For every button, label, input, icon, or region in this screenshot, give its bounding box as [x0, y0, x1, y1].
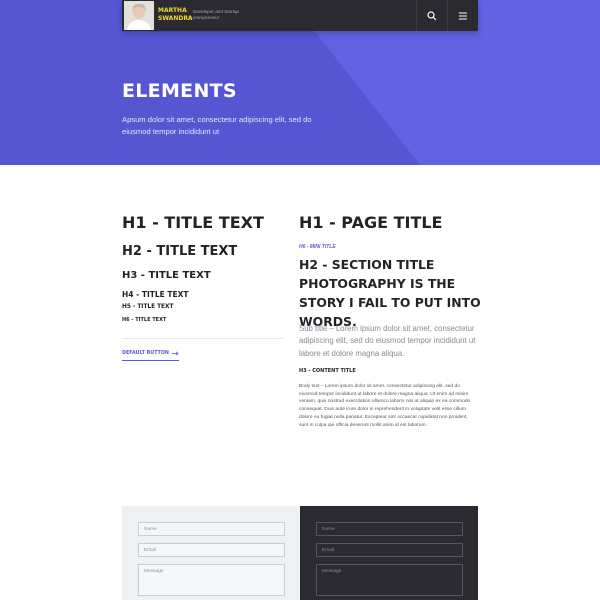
avatar[interactable]	[124, 1, 154, 30]
contact-form-dark: Name Email Message	[300, 506, 478, 600]
heading-h4-sample: H4 - TITLE TEXT	[122, 290, 189, 299]
heading-h6-sample: H6 - TITLE TEXT	[122, 317, 167, 323]
divider	[122, 338, 284, 339]
contact-form-light: Name Email Message	[122, 506, 300, 600]
name-field[interactable]: Name	[138, 522, 285, 536]
search-button[interactable]	[416, 0, 447, 31]
heading-h2-sample: H2 - TITLE TEXT	[122, 244, 238, 259]
brand-name[interactable]: MARTHA SWANDRA	[158, 7, 198, 23]
content-title: H3 - CONTENT TITLE	[299, 368, 356, 374]
hamburger-menu-icon	[459, 12, 467, 19]
hero-title: ELEMENTS	[122, 80, 237, 102]
heading-h5-sample: H5 - TITLE TEXT	[122, 304, 174, 310]
default-button[interactable]: DEFAULT BUTTON	[122, 351, 179, 361]
arrow-right-icon	[171, 351, 179, 356]
email-field[interactable]: Email	[316, 543, 463, 557]
avatar-photo-icon	[124, 1, 154, 30]
hero-text: Apsum dolor sit amet, consectetur adipis…	[122, 115, 312, 136]
heading-h1-sample: H1 - TITLE TEXT	[122, 213, 264, 232]
brand-tagline: Developer and Startup entrepreneur	[193, 9, 239, 20]
page-title: H1 - PAGE TITLE	[299, 213, 443, 232]
heading-h3-sample: H3 - TITLE TEXT	[122, 270, 211, 281]
message-field[interactable]: Message	[138, 564, 285, 596]
body-text: Body text – Lorem ipsum dolor sit amet, …	[299, 384, 471, 428]
menu-button[interactable]	[447, 0, 478, 31]
subtitle-text: Sub title – Lorem ipsum dolor sit amet, …	[299, 324, 476, 358]
name-field[interactable]: Name	[316, 522, 463, 536]
section-title: H2 - SECTION TITLE PHOTOGRAPHY IS THE ST…	[299, 257, 481, 329]
search-icon	[427, 10, 437, 20]
mini-title: H6 - MINI TITLE	[299, 244, 336, 250]
email-field[interactable]: Email	[138, 543, 285, 557]
message-field[interactable]: Message	[316, 564, 463, 596]
default-button-label: DEFAULT BUTTON	[122, 351, 169, 356]
top-navigation-bar: MARTHA SWANDRA Developer and Startup ent…	[122, 0, 478, 31]
